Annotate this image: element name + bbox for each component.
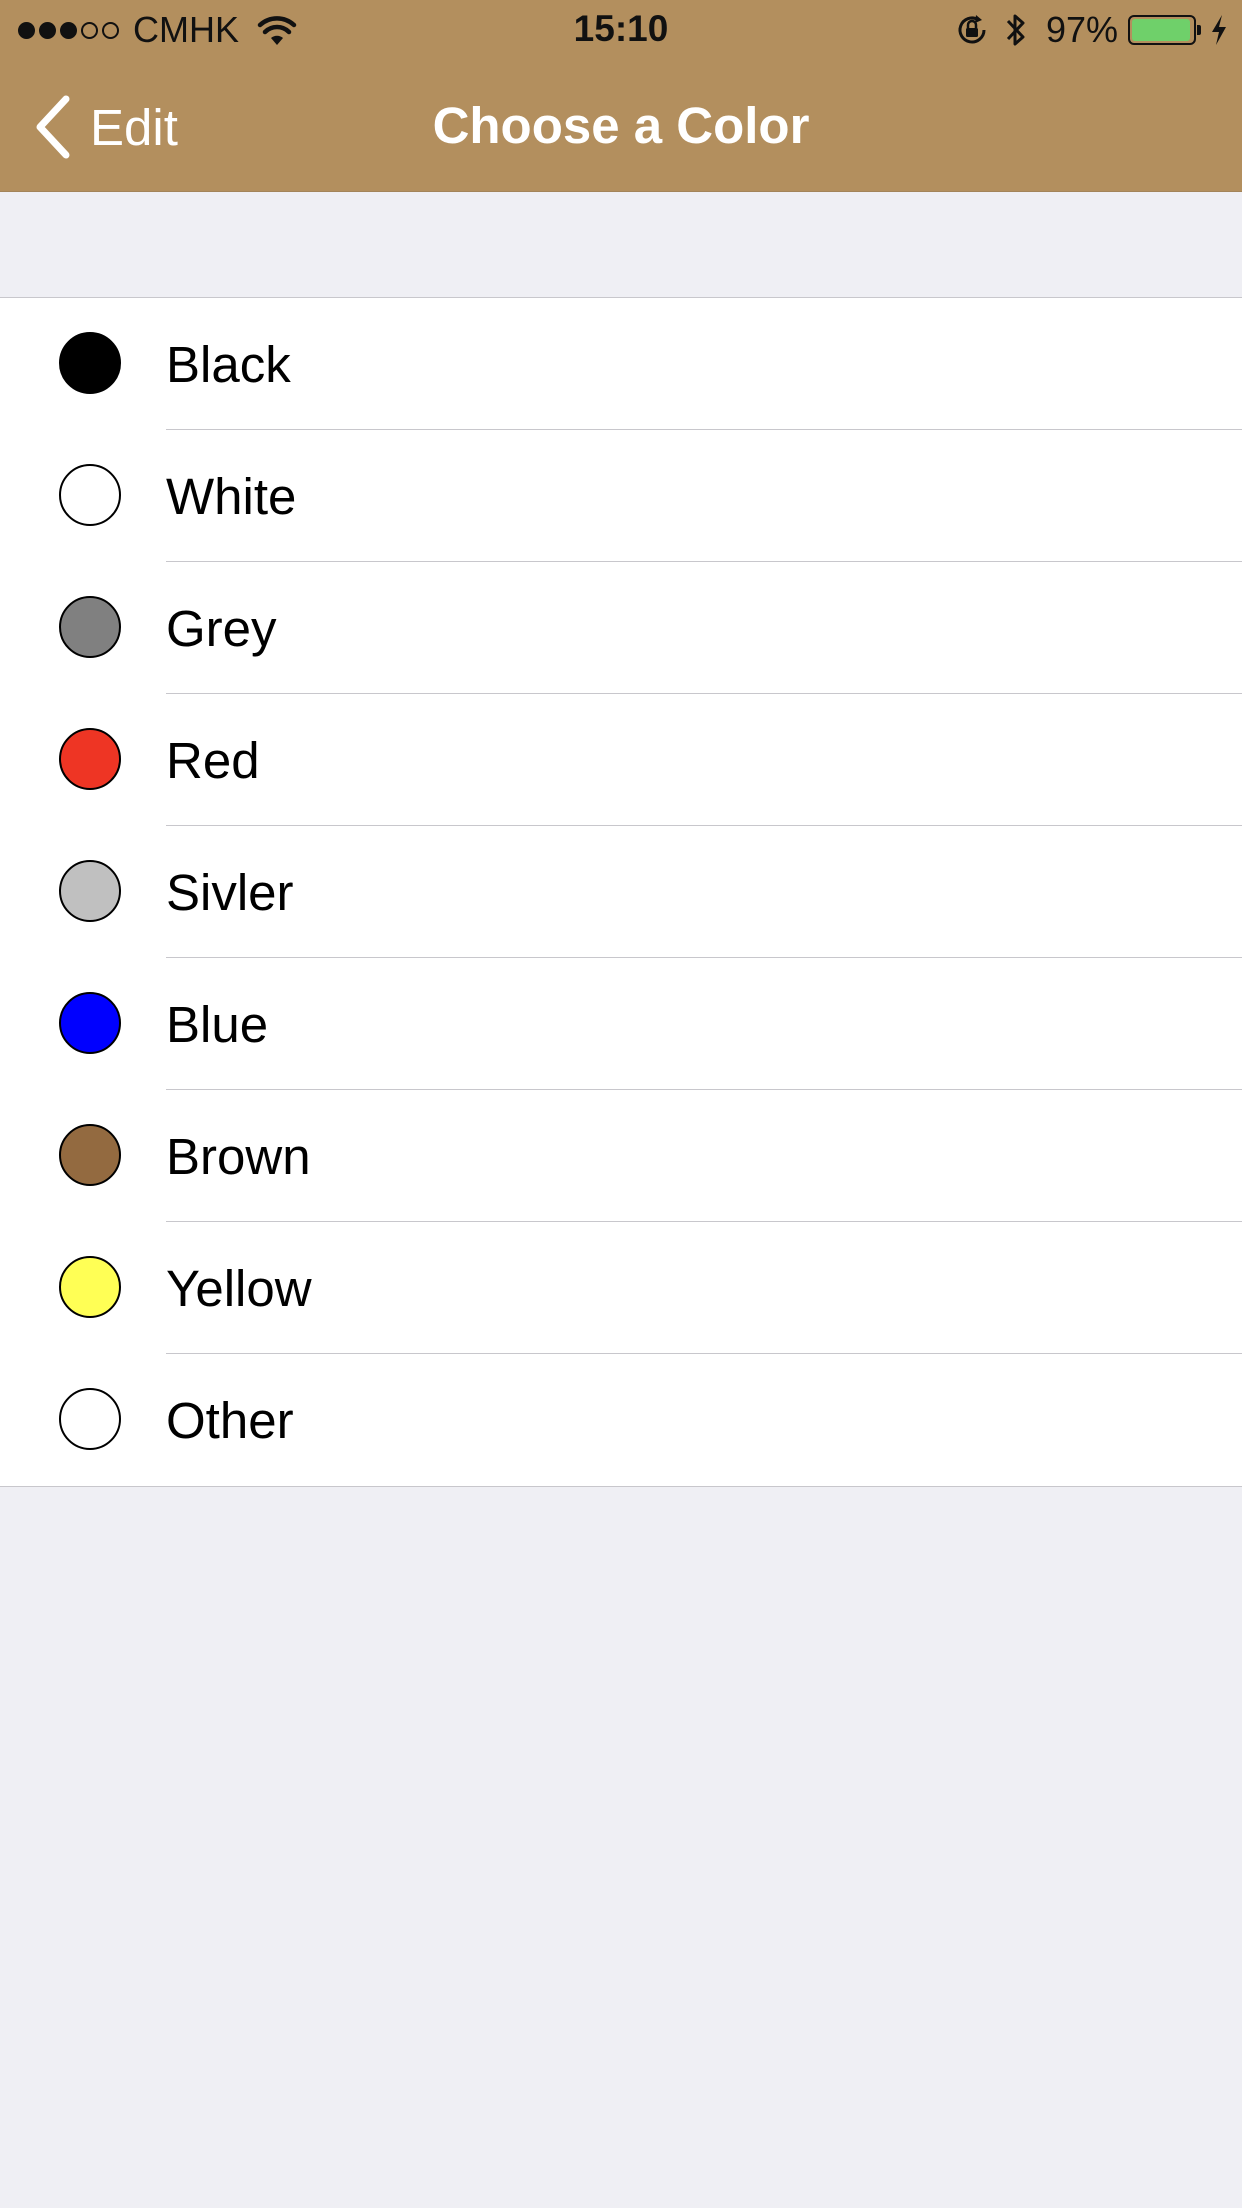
battery-percentage: 97% (1045, 9, 1118, 50)
color-option-label: Blue (166, 996, 269, 1053)
color-option-brown[interactable]: Brown (0, 1090, 1242, 1222)
color-option-other[interactable]: Other (0, 1354, 1242, 1486)
status-bar: CMHK 15:10 97% (0, 0, 1242, 60)
color-option-yellow[interactable]: Yellow (0, 1222, 1242, 1354)
color-option-label: Red (166, 732, 260, 789)
color-option-label: Grey (166, 600, 277, 657)
color-option-white[interactable]: White (0, 430, 1242, 562)
color-option-label: White (166, 468, 297, 525)
charging-bolt-icon (1212, 15, 1226, 45)
color-option-blue[interactable]: Blue (0, 958, 1242, 1090)
color-swatch (59, 1124, 121, 1186)
color-list: Black White Grey Red Sivler Blue Brown Yellow Ot… (0, 297, 1242, 1487)
color-swatch (59, 1388, 121, 1450)
color-option-label: Other (166, 1392, 294, 1449)
color-option-black[interactable]: Black (0, 298, 1242, 430)
color-swatch (59, 464, 121, 526)
color-swatch (59, 332, 121, 394)
color-option-label: Sivler (166, 864, 294, 921)
color-swatch (59, 992, 121, 1054)
rotation-lock-icon (958, 15, 986, 44)
color-option-sivler[interactable]: Sivler (0, 826, 1242, 958)
battery-icon (1128, 15, 1201, 45)
status-right: 97% (954, 9, 1228, 50)
navigation-bar: CMHK 15:10 97% Edit Choose a Color (0, 0, 1242, 192)
color-option-label: Brown (166, 1128, 311, 1185)
color-swatch (59, 728, 121, 790)
battery-nub (1197, 25, 1201, 35)
color-option-label: Black (166, 336, 291, 393)
battery-level (1132, 19, 1191, 41)
color-option-red[interactable]: Red (0, 694, 1242, 826)
page-title: Choose a Color (432, 97, 810, 154)
color-swatch (59, 1256, 121, 1318)
color-option-label: Yellow (166, 1260, 312, 1317)
color-swatch (59, 860, 121, 922)
color-option-grey[interactable]: Grey (0, 562, 1242, 694)
color-swatch (59, 596, 121, 658)
bluetooth-icon (1006, 14, 1025, 46)
